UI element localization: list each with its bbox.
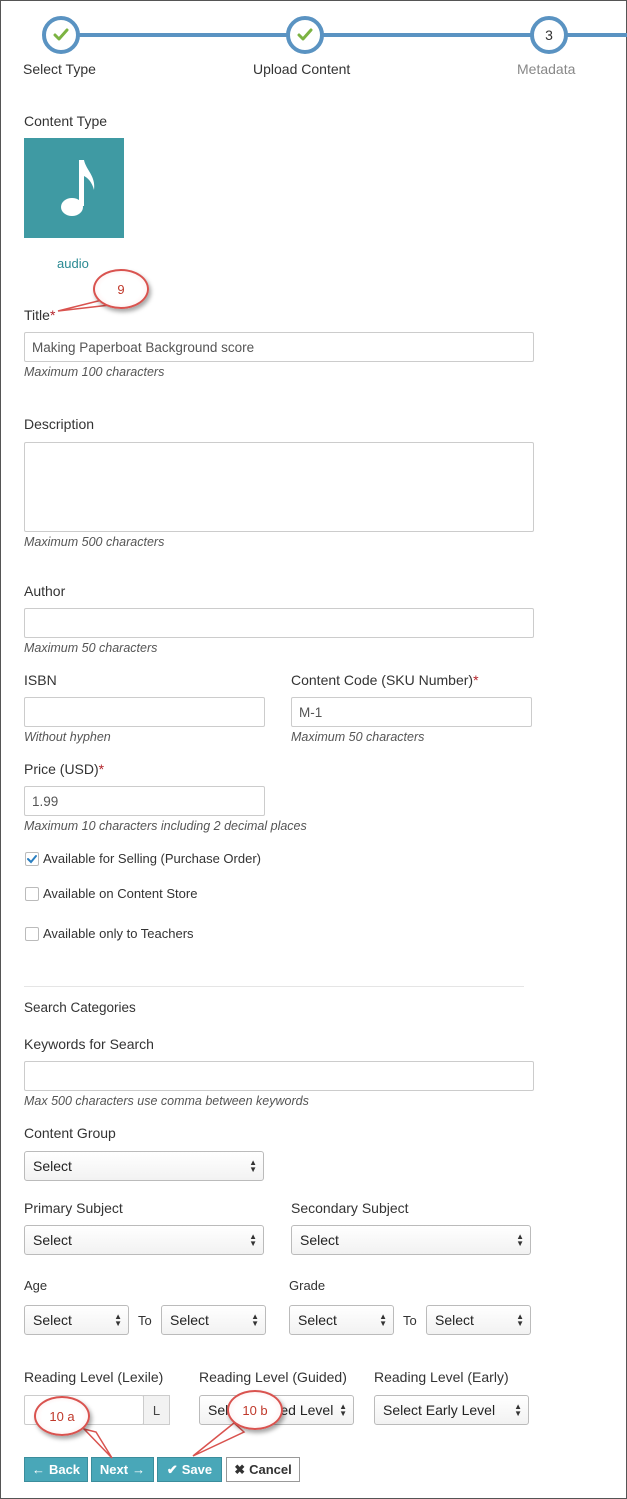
callout-9: 9 xyxy=(93,269,149,309)
callout-10b-pointer xyxy=(192,1422,246,1457)
callout-10b: 10 b xyxy=(227,1390,283,1430)
callout-10a-pointer xyxy=(81,1427,113,1459)
callout-pointers xyxy=(57,299,246,1459)
callout-10a: 10 a xyxy=(34,1396,90,1436)
